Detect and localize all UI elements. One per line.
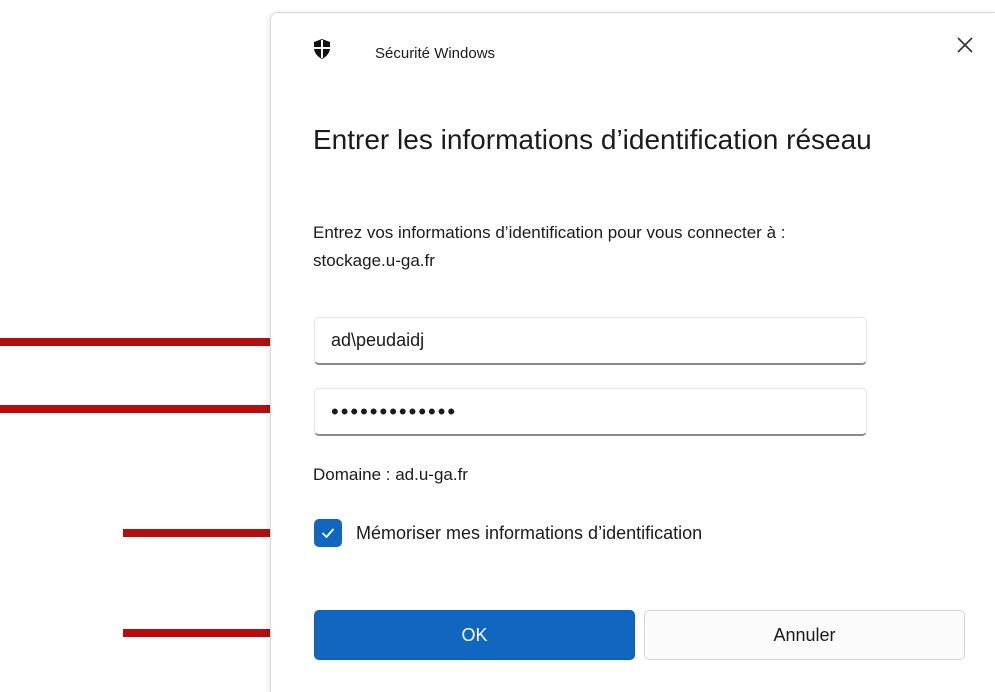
remember-label[interactable]: Mémoriser mes informations d’identificat… <box>356 523 702 544</box>
description: Entrez vos informations d’identification… <box>313 219 963 275</box>
title-bar: Sécurité Windows <box>271 13 995 73</box>
annotation-arrow-username <box>0 328 302 356</box>
username-field[interactable]: ad\peudaidj <box>314 317 867 365</box>
password-field[interactable]: ••••••••••••• <box>314 388 867 436</box>
cancel-button[interactable]: Annuler <box>644 610 965 660</box>
target-server: stockage.u-ga.fr <box>313 251 435 270</box>
remember-checkbox[interactable] <box>314 519 342 547</box>
shield-icon <box>314 39 330 59</box>
password-value: ••••••••••••• <box>331 398 458 424</box>
annotation-arrow-remember <box>123 519 303 547</box>
close-icon[interactable] <box>953 33 977 57</box>
annotation-arrow-ok <box>123 619 303 647</box>
app-title: Sécurité Windows <box>375 45 496 62</box>
annotation-arrow-password <box>0 395 302 423</box>
domain-label: Domaine : ad.u-ga.fr <box>313 465 468 484</box>
checkmark-icon <box>322 528 334 538</box>
username-value: ad\peudaidj <box>331 330 425 350</box>
ok-button[interactable]: OK <box>314 610 635 660</box>
dialog-heading: Entrer les informations d’identification… <box>313 124 872 155</box>
credential-dialog: Sécurité Windows Entrer les informations… <box>270 12 995 692</box>
remember-credentials-row: Mémoriser mes informations d’identificat… <box>314 519 702 547</box>
description-line-1: Entrez vos informations d’identification… <box>313 223 786 242</box>
